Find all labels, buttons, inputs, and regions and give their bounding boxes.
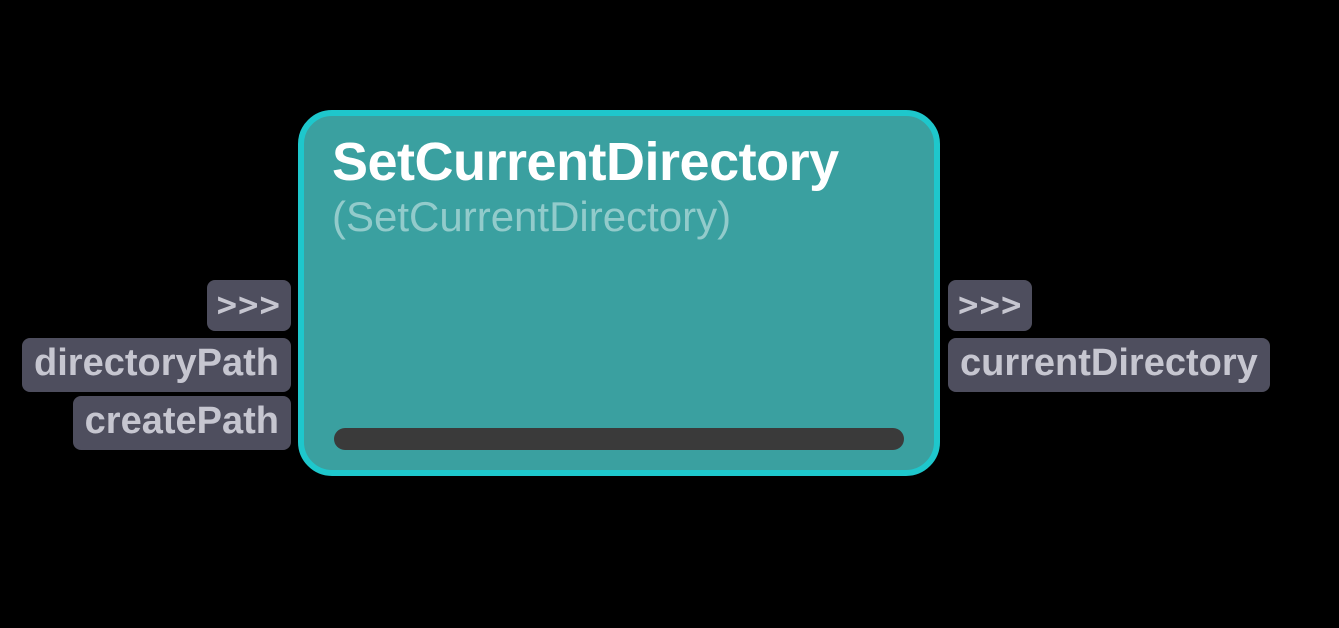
input-port-createPath[interactable]: createPath (73, 396, 291, 450)
node-graph-canvas[interactable]: SetCurrentDirectory (SetCurrentDirectory… (0, 0, 1339, 628)
node-subtitle: (SetCurrentDirectory) (332, 193, 906, 241)
node-title: SetCurrentDirectory (332, 134, 906, 191)
node-set-current-directory[interactable]: SetCurrentDirectory (SetCurrentDirectory… (298, 110, 940, 476)
input-port-directoryPath[interactable]: directoryPath (22, 338, 291, 392)
node-footer-bar (334, 428, 904, 450)
output-port-currentDirectory[interactable]: currentDirectory (948, 338, 1270, 392)
input-exec-port[interactable]: >>> (207, 280, 291, 331)
output-exec-port[interactable]: >>> (948, 280, 1032, 331)
